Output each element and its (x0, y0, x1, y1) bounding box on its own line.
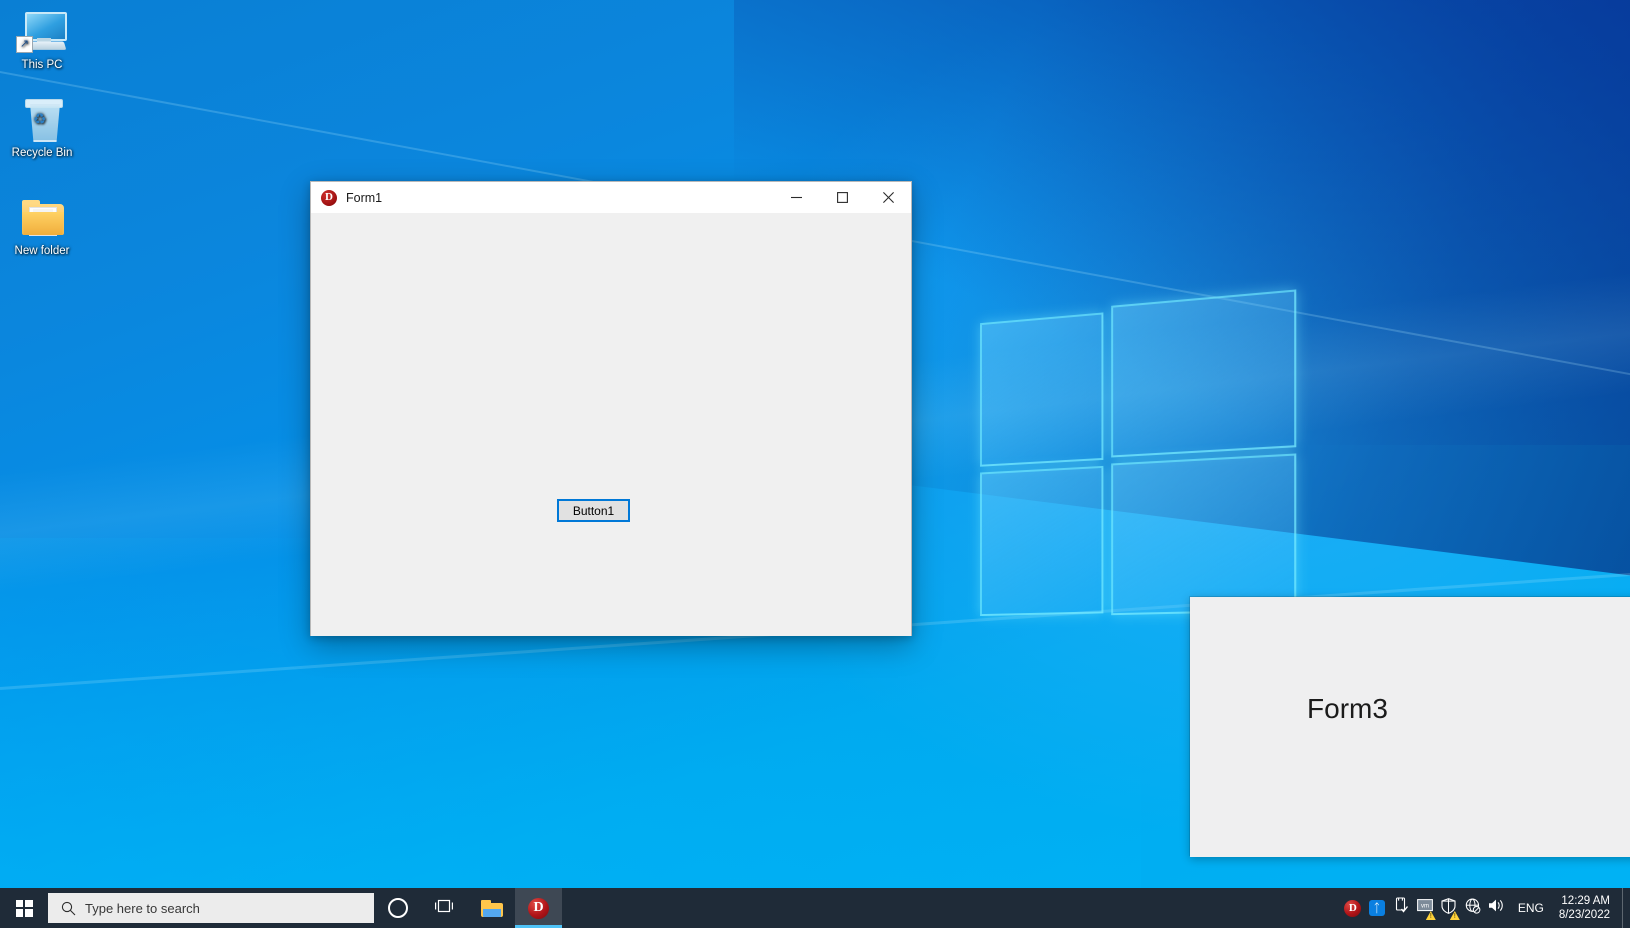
wallpaper-windows-logo (964, 289, 1297, 617)
clock-time: 12:29 AM (1561, 895, 1610, 907)
language-indicator[interactable]: ENG (1509, 888, 1553, 928)
task-view-icon (434, 898, 455, 919)
logo-pane-bottom-right (1111, 453, 1297, 616)
form3-window[interactable]: Form3 (1190, 597, 1630, 857)
search-icon (61, 901, 76, 916)
taskbar-button-file-explorer[interactable] (468, 888, 515, 928)
form1-client-area: Button1 (311, 214, 911, 636)
svg-text:vm: vm (1421, 903, 1429, 909)
start-button[interactable] (0, 888, 48, 928)
desktop-icon-recycle-bin[interactable]: ♻ Recycle Bin (4, 98, 80, 160)
minimize-button[interactable] (773, 183, 819, 213)
desktop-icon-label: New folder (14, 245, 70, 257)
search-placeholder-text: Type here to search (85, 900, 200, 916)
clock[interactable]: 12:29 AM 8/23/2022 (1553, 888, 1622, 928)
tray-icon-vmware-tools[interactable]: vm ! (1413, 888, 1437, 928)
form1-title-text: Form1 (346, 190, 383, 205)
form1-titlebar[interactable]: D Form1 (311, 182, 911, 214)
show-desktop-button[interactable] (1622, 888, 1630, 928)
system-tray: D ᛏ vm ! ! ENG 12:29 AM 8/23/2022 (1341, 888, 1630, 928)
taskbar-button-cortana[interactable] (374, 888, 421, 928)
form1-window[interactable]: D Form1 Button1 (310, 181, 912, 636)
logo-pane-bottom-left (980, 465, 1104, 617)
folder-icon (480, 899, 503, 917)
shortcut-arrow-icon: ↗ (16, 36, 33, 53)
delphi-d-icon: D (1344, 899, 1362, 917)
recycle-bin-icon: ♻ (16, 98, 68, 144)
globe-offline-icon (1465, 898, 1481, 919)
usb-eject-icon (1393, 897, 1409, 919)
desktop-icon-label: This PC (21, 59, 63, 71)
logo-pane-top-left (980, 312, 1104, 467)
desktop-screen: ↗ This PC ♻ Recycle Bin New folder Form3… (0, 0, 1630, 928)
volume-icon (1488, 898, 1505, 918)
desktop-icon-this-pc[interactable]: ↗ This PC (4, 10, 80, 72)
tray-icon-delphi[interactable]: D (1341, 888, 1365, 928)
this-pc-icon: ↗ (16, 10, 68, 56)
search-input[interactable]: Type here to search (48, 893, 374, 923)
taskbar: Type here to search D D ᛏ vm ! ! ENG 12:… (0, 888, 1630, 928)
tray-icon-safely-remove[interactable] (1389, 888, 1413, 928)
circle-icon (387, 898, 408, 918)
taskbar-button-task-view[interactable] (421, 888, 468, 928)
clock-date: 8/23/2022 (1558, 909, 1610, 921)
desktop-icon-label: Recycle Bin (11, 147, 73, 159)
logo-pane-top-right (1111, 289, 1297, 458)
tray-icon-bluetooth[interactable]: ᛏ (1365, 888, 1389, 928)
tray-icon-volume[interactable] (1485, 888, 1509, 928)
button1[interactable]: Button1 (557, 499, 630, 522)
tray-icon-security[interactable]: ! (1437, 888, 1461, 928)
delphi-d-icon: D (321, 189, 337, 206)
desktop-icon-new-folder[interactable]: New folder (4, 196, 80, 258)
form3-label: Form3 (1307, 693, 1388, 724)
windows-logo-icon (15, 899, 33, 917)
close-button[interactable] (865, 183, 911, 213)
taskbar-button-delphi-app[interactable]: D (515, 888, 562, 928)
bluetooth-icon: ᛏ (1368, 900, 1385, 916)
delphi-d-icon: D (528, 897, 549, 919)
folder-icon (16, 196, 68, 242)
maximize-button[interactable] (819, 183, 865, 213)
tray-icon-network[interactable] (1461, 888, 1485, 928)
